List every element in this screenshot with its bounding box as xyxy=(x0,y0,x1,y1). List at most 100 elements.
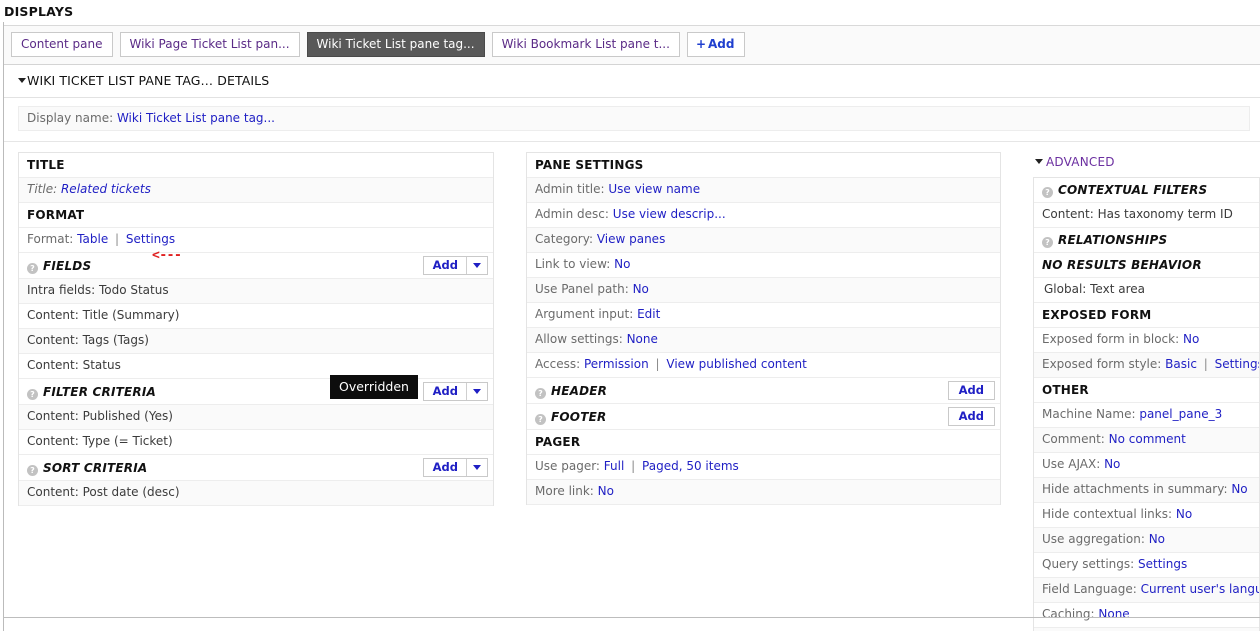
list-item[interactable]: Content: Post date (desc) xyxy=(19,481,493,506)
section-contextual-filters-bar: ? CONTEXTUAL FILTERS xyxy=(1034,178,1259,203)
tab-wiki-ticket-list-pane-tag[interactable]: Wiki Ticket List pane tag... xyxy=(306,32,485,57)
pane-setting-row[interactable]: Link to view: No xyxy=(527,253,1000,278)
pane-setting-row[interactable]: Admin title: Use view name xyxy=(527,178,1000,203)
other-row[interactable]: Use aggregation: No xyxy=(1034,528,1259,553)
list-item[interactable]: Global: Text area xyxy=(1034,278,1259,303)
help-icon[interactable]: ? xyxy=(1042,187,1053,198)
row-value[interactable]: No xyxy=(1231,482,1247,496)
section-title-heading: TITLE xyxy=(19,153,493,178)
display-name-value[interactable]: Wiki Ticket List pane tag... xyxy=(117,111,275,125)
row-value[interactable]: No xyxy=(1176,507,1192,521)
row-value[interactable]: No xyxy=(1149,532,1165,546)
advanced-toggle[interactable]: ADVANCED xyxy=(1033,152,1260,174)
list-item[interactable]: Content: Status xyxy=(19,354,493,379)
list-item[interactable]: Content: Tags (Tags) xyxy=(19,329,493,354)
filter-criteria-add-dropdown[interactable] xyxy=(466,383,487,400)
pane-setting-row[interactable]: Category: View panes xyxy=(527,228,1000,253)
pane-setting-row[interactable]: Use Panel path: No xyxy=(527,278,1000,303)
help-icon[interactable]: ? xyxy=(535,387,546,399)
other-row[interactable]: Caching: None xyxy=(1034,603,1259,628)
tab-wiki-page-ticket-list-pane[interactable]: Wiki Page Ticket List pan... xyxy=(119,32,300,57)
row-label: Machine Name: xyxy=(1042,407,1136,421)
chevron-down-icon xyxy=(473,389,481,394)
pane-setting-row[interactable]: Argument input: Edit xyxy=(527,303,1000,328)
list-item[interactable]: Content: Type (= Ticket) xyxy=(19,430,493,455)
section-contextual-filters-label: CONTEXTUAL FILTERS xyxy=(1058,183,1208,197)
row-value[interactable]: No xyxy=(1104,457,1120,471)
row-value[interactable]: Current user's language xyxy=(1141,582,1259,596)
row-value[interactable]: Settings xyxy=(1138,557,1187,571)
row-value[interactable]: No comment xyxy=(1109,432,1186,446)
help-icon[interactable]: ? xyxy=(1042,237,1053,248)
row-value[interactable]: Full xyxy=(604,459,625,473)
format-settings-link[interactable]: Settings xyxy=(126,232,175,246)
row-label: Admin desc: xyxy=(535,207,609,221)
help-icon[interactable]: ? xyxy=(535,413,546,425)
list-item[interactable]: Content: Title (Summary) xyxy=(19,304,493,329)
list-item[interactable]: Content: Has taxonomy term ID xyxy=(1034,203,1259,228)
pager-use-row[interactable]: Use pager: Full | Paged, 50 items xyxy=(527,455,1000,480)
tab-content-pane[interactable]: Content pane xyxy=(11,32,113,57)
fields-add-button[interactable]: Add xyxy=(422,256,488,275)
pane-setting-row-access[interactable]: Access: Permission | View published cont… xyxy=(527,353,1000,378)
help-icon[interactable]: ? xyxy=(27,262,38,274)
row-value-secondary[interactable]: Paged, 50 items xyxy=(642,459,739,473)
sort-criteria-add-dropdown[interactable] xyxy=(466,459,487,476)
row-value[interactable]: No xyxy=(598,484,614,498)
other-row[interactable]: Use AJAX: No xyxy=(1034,453,1259,478)
pager-more-link-row[interactable]: More link: No xyxy=(527,480,1000,505)
tab-wiki-bookmark-list-pane[interactable]: Wiki Bookmark List pane t... xyxy=(491,32,680,57)
filter-criteria-add-button[interactable]: Add xyxy=(422,382,488,401)
exposed-form-in-block-row[interactable]: Exposed form in block: No xyxy=(1034,328,1259,353)
pane-setting-row[interactable]: Admin desc: Use view descrip... xyxy=(527,203,1000,228)
row-value[interactable]: No xyxy=(1183,332,1199,346)
other-row[interactable]: Hide attachments in summary: No xyxy=(1034,478,1259,503)
row-value[interactable]: No xyxy=(633,282,649,296)
help-icon[interactable]: ? xyxy=(27,388,38,400)
title-row[interactable]: Title: Related tickets xyxy=(19,178,493,203)
row-value[interactable]: View panes xyxy=(597,232,666,246)
pane-setting-row[interactable]: Allow settings: None xyxy=(527,328,1000,353)
footer-add-button[interactable]: Add xyxy=(947,407,995,426)
other-row[interactable]: Machine Name: panel_pane_3 xyxy=(1034,403,1259,428)
row-value[interactable]: Use view name xyxy=(608,182,700,196)
chevron-down-icon xyxy=(473,465,481,470)
title-value[interactable]: Related tickets xyxy=(61,182,151,196)
row-value-secondary[interactable]: View published content xyxy=(666,357,806,371)
row-separator: | xyxy=(1203,357,1208,371)
row-value[interactable]: None xyxy=(627,332,658,346)
row-value[interactable]: Permission xyxy=(584,357,649,371)
left-border-rule xyxy=(3,22,4,618)
row-value[interactable]: Edit xyxy=(637,307,660,321)
row-value[interactable]: None xyxy=(1098,607,1129,621)
add-display-label: Add xyxy=(708,37,735,51)
other-row[interactable]: Comment: No comment xyxy=(1034,428,1259,453)
row-value[interactable]: panel_pane_3 xyxy=(1139,407,1222,421)
display-details-header[interactable]: WIKI TICKET LIST PANE TAG… DETAILS xyxy=(4,65,1260,98)
annotation-red-arrow: <--- xyxy=(152,248,182,263)
filter-criteria-add-label: Add xyxy=(432,384,458,398)
column-middle: PANE SETTINGS Admin title: Use view name… xyxy=(526,152,1001,505)
row-label: Admin title: xyxy=(535,182,605,196)
row-value[interactable]: Basic xyxy=(1165,357,1197,371)
display-columns: TITLE Title: Related tickets FORMAT Form… xyxy=(4,142,1260,631)
sort-criteria-add-button[interactable]: Add xyxy=(422,458,488,477)
format-row[interactable]: Format: Table | Settings xyxy=(19,228,493,253)
header-add-label: Add xyxy=(958,383,984,397)
header-add-button[interactable]: Add xyxy=(947,381,995,400)
other-row[interactable]: Query settings: Settings xyxy=(1034,553,1259,578)
row-value[interactable]: No xyxy=(614,257,630,271)
row-value[interactable]: Use view descrip... xyxy=(613,207,726,221)
exposed-form-style-row[interactable]: Exposed form style: Basic | Settings xyxy=(1034,353,1259,378)
row-separator: | xyxy=(631,459,636,473)
add-display-button[interactable]: + Add xyxy=(686,32,746,57)
other-row[interactable]: Hide contextual links: No xyxy=(1034,503,1259,528)
row-value-secondary[interactable]: Settings xyxy=(1215,357,1259,371)
help-icon[interactable]: ? xyxy=(27,464,38,476)
other-row[interactable]: Field Language: Current user's language xyxy=(1034,578,1259,603)
format-value[interactable]: Table xyxy=(77,232,108,246)
list-item[interactable]: Content: Published (Yes) xyxy=(19,405,493,430)
fields-add-dropdown[interactable] xyxy=(466,257,487,274)
section-relationships-bar: ? RELATIONSHIPS xyxy=(1034,228,1259,253)
list-item[interactable]: Intra fields: Todo Status xyxy=(19,279,493,304)
